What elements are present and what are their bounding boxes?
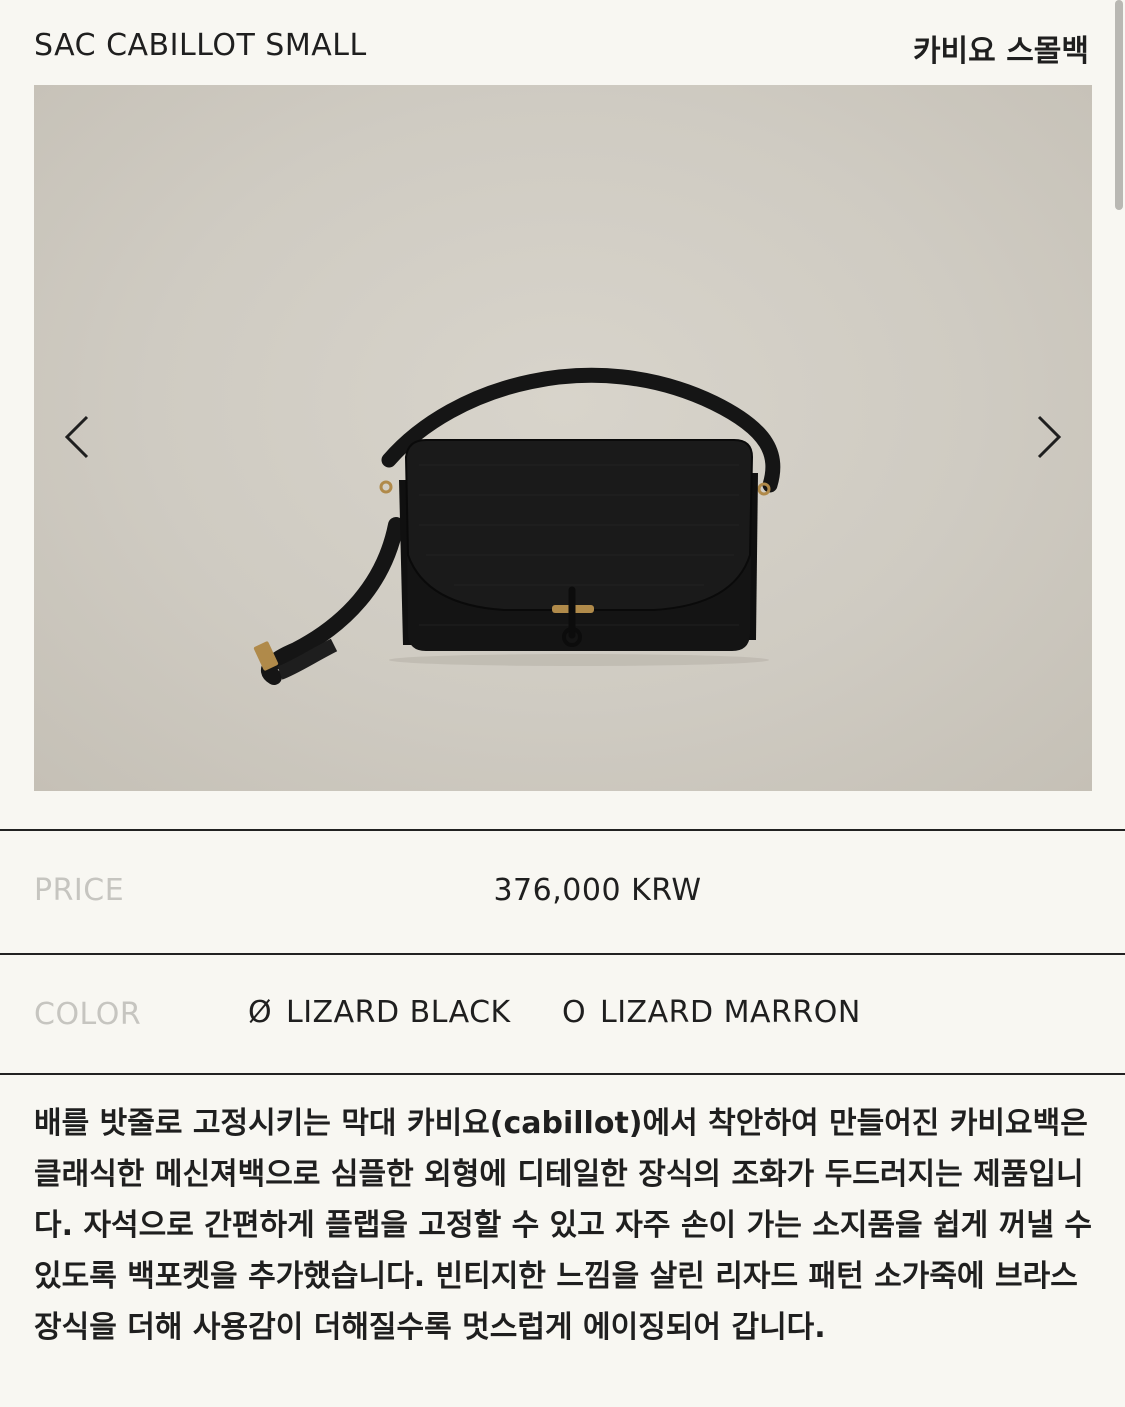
color-option-lizard-marron[interactable]: O LIZARD MARRON [560, 995, 861, 1030]
color-option-label: LIZARD BLACK [286, 995, 511, 1030]
divider [0, 1073, 1125, 1075]
color-row: COLOR Ø LIZARD BLACK O LIZARD MARRON [0, 955, 1125, 1075]
scrollbar-thumb[interactable] [1115, 0, 1123, 210]
price-value: 376,000 KRW [493, 873, 702, 908]
product-description: 배를 밧줄로 고정시키는 막대 카비요(cabillot)에서 착안하여 만들어… [34, 1106, 1092, 1345]
color-option-label: LIZARD MARRON [600, 995, 861, 1030]
product-image-carousel[interactable] [34, 85, 1092, 791]
product-photo-bag [253, 367, 781, 685]
product-page: SAC CABILLOT SMALL 카비요 스몰백 PRICE 376,000… [0, 0, 1125, 1407]
price-row: PRICE 376,000 KRW [0, 831, 1125, 951]
color-label: COLOR [34, 997, 142, 1032]
chevron-left-icon [64, 415, 89, 459]
carousel-prev-button[interactable] [58, 415, 98, 459]
product-title-en: SAC CABILLOT SMALL [34, 28, 367, 63]
product-title-ko: 카비요 스몰백 [912, 34, 1089, 69]
unselected-mark-icon: O [561, 995, 587, 1030]
chevron-right-icon [1037, 415, 1062, 459]
carousel-next-button[interactable] [1028, 415, 1068, 459]
selected-mark-icon: Ø [247, 995, 273, 1030]
product-header: SAC CABILLOT SMALL 카비요 스몰백 [0, 0, 1125, 84]
color-option-lizard-black[interactable]: Ø LIZARD BLACK [246, 995, 511, 1030]
